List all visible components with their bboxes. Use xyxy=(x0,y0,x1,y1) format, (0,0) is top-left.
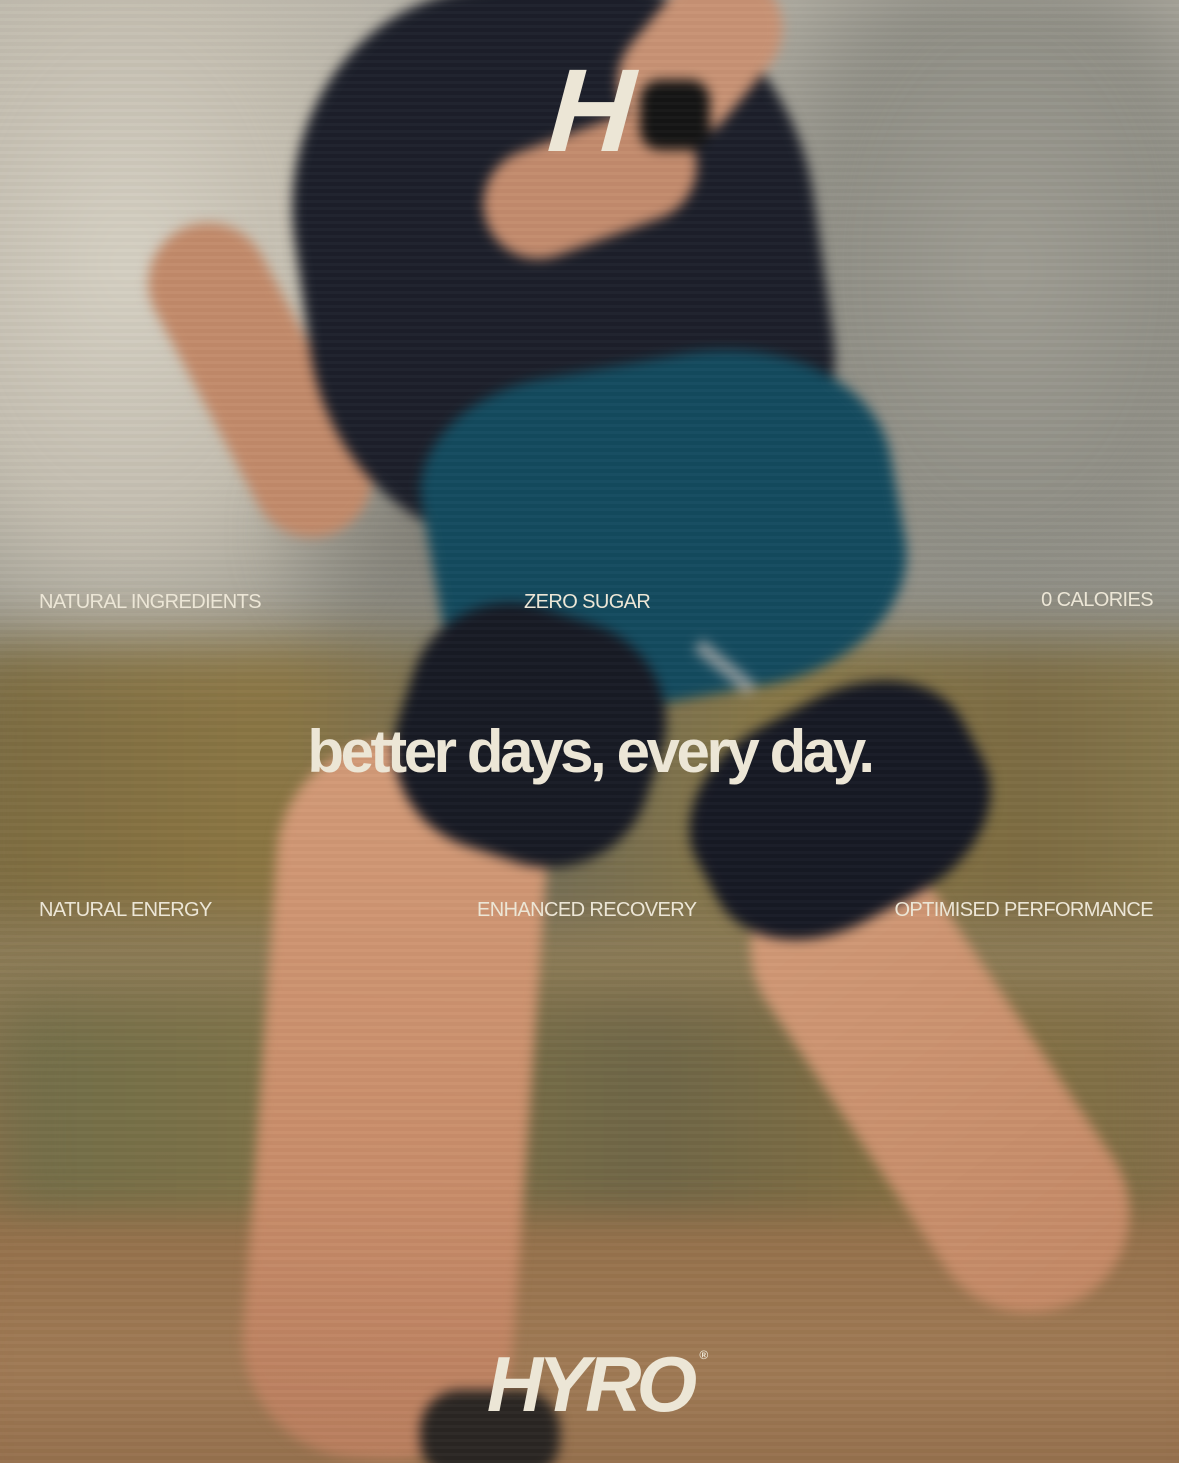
tagline: better days, every day. xyxy=(307,718,875,785)
claim-zero-calories: 0 CALORIES xyxy=(1041,589,1153,611)
claim-enhanced-recovery: ENHANCED RECOVERY xyxy=(477,899,697,921)
brand-mark-logo: H xyxy=(544,45,635,177)
registered-trademark-icon: ® xyxy=(699,1348,709,1362)
brand-wordmark-logo: HYRO ® xyxy=(487,1345,708,1423)
claim-optimised-performance: OPTIMISED PERFORMANCE xyxy=(894,899,1153,921)
claim-natural-ingredients: NATURAL INGREDIENTS xyxy=(39,591,262,613)
claim-zero-sugar: ZERO SUGAR xyxy=(524,591,651,613)
wordmark-text: HYRO xyxy=(486,1340,697,1428)
ad-poster: H NATURAL INGREDIENTS ZERO SUGAR 0 CALOR… xyxy=(0,0,1179,1463)
claim-natural-energy: NATURAL ENERGY xyxy=(39,899,212,921)
brand-wordmark-container: HYRO ® xyxy=(0,1345,1179,1423)
